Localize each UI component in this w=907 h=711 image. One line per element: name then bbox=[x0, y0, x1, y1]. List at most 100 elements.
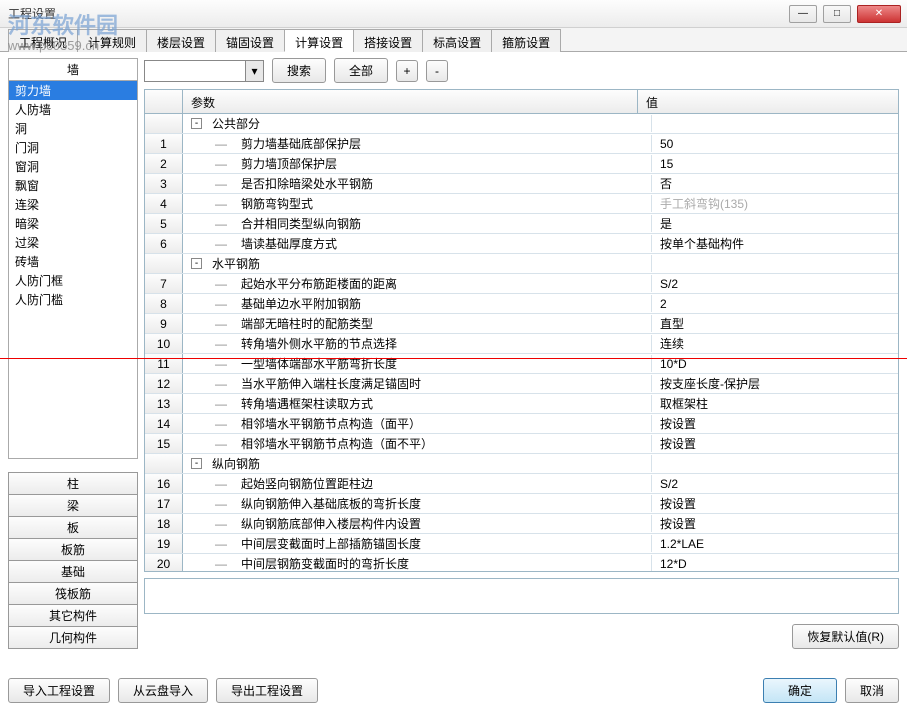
param-row[interactable]: 18纵向钢筋底部伸入楼层构件内设置按设置 bbox=[145, 514, 898, 534]
row-number: 11 bbox=[145, 354, 183, 373]
collapse-icon[interactable]: - bbox=[191, 118, 202, 129]
component-button[interactable]: 梁 bbox=[8, 494, 138, 517]
param-row[interactable]: 6墙读基础厚度方式按单个基础构件 bbox=[145, 234, 898, 254]
component-button[interactable]: 基础 bbox=[8, 560, 138, 583]
value-cell[interactable]: 取框架柱 bbox=[652, 395, 898, 412]
value-cell[interactable]: 是 bbox=[652, 215, 898, 232]
value-cell[interactable]: 按设置 bbox=[652, 435, 898, 452]
value-cell[interactable]: S/2 bbox=[652, 477, 898, 491]
param-row[interactable]: 17纵向钢筋伸入基础底板的弯折长度按设置 bbox=[145, 494, 898, 514]
param-row[interactable]: 10转角墙外侧水平筋的节点选择连续 bbox=[145, 334, 898, 354]
chevron-down-icon: ▾ bbox=[245, 61, 263, 81]
param-row[interactable]: 16起始竖向钢筋位置距柱边S/2 bbox=[145, 474, 898, 494]
param-row[interactable]: 8基础单边水平附加钢筋2 bbox=[145, 294, 898, 314]
tab-3[interactable]: 锚固设置 bbox=[215, 29, 285, 52]
param-row[interactable]: 5合并相同类型纵向钢筋是 bbox=[145, 214, 898, 234]
collapse-icon[interactable]: - bbox=[191, 458, 202, 469]
import-cloud-button[interactable]: 从云盘导入 bbox=[118, 678, 208, 703]
value-cell[interactable]: 按设置 bbox=[652, 515, 898, 532]
close-button[interactable]: ✕ bbox=[857, 5, 901, 23]
export-project-button[interactable]: 导出工程设置 bbox=[216, 678, 318, 703]
value-cell[interactable]: 按设置 bbox=[652, 415, 898, 432]
component-button[interactable]: 筏板筋 bbox=[8, 582, 138, 605]
param-row[interactable]: 14相邻墙水平钢筋节点构造（面平）按设置 bbox=[145, 414, 898, 434]
param-row[interactable]: 11一型墙体端部水平筋弯折长度10*D bbox=[145, 354, 898, 374]
category-item[interactable]: 砖墙 bbox=[9, 252, 137, 271]
tab-2[interactable]: 楼层设置 bbox=[146, 29, 216, 52]
tab-5[interactable]: 搭接设置 bbox=[353, 29, 423, 52]
param-cell: 纵向钢筋底部伸入楼层构件内设置 bbox=[183, 515, 652, 532]
tab-6[interactable]: 标高设置 bbox=[422, 29, 492, 52]
row-number: 15 bbox=[145, 434, 183, 453]
param-row[interactable]: 9端部无暗柱时的配筋类型直型 bbox=[145, 314, 898, 334]
tab-7[interactable]: 箍筋设置 bbox=[491, 29, 561, 52]
tab-4[interactable]: 计算设置 bbox=[284, 29, 354, 52]
param-cell: 一型墙体端部水平筋弯折长度 bbox=[183, 355, 652, 372]
param-row[interactable]: 13转角墙遇框架柱读取方式取框架柱 bbox=[145, 394, 898, 414]
param-row[interactable]: 12当水平筋伸入端柱长度满足锚固时按支座长度-保护层 bbox=[145, 374, 898, 394]
all-button[interactable]: 全部 bbox=[334, 58, 388, 83]
group-row[interactable]: -纵向钢筋 bbox=[145, 454, 898, 474]
value-cell[interactable]: 否 bbox=[652, 175, 898, 192]
import-project-button[interactable]: 导入工程设置 bbox=[8, 678, 110, 703]
param-row[interactable]: 4钢筋弯钩型式手工斜弯钩(135) bbox=[145, 194, 898, 214]
component-button[interactable]: 其它构件 bbox=[8, 604, 138, 627]
value-cell[interactable]: 12*D bbox=[652, 557, 898, 571]
tab-0[interactable]: 工程概况 bbox=[8, 29, 78, 52]
ok-button[interactable]: 确定 bbox=[763, 678, 837, 703]
param-row[interactable]: 19中间层变截面时上部插筋锚固长度1.2*LAE bbox=[145, 534, 898, 554]
tab-1[interactable]: 计算规则 bbox=[77, 29, 147, 52]
component-button[interactable]: 板 bbox=[8, 516, 138, 539]
minimize-button[interactable]: — bbox=[789, 5, 817, 23]
value-cell[interactable]: 50 bbox=[652, 137, 898, 151]
category-item[interactable]: 洞 bbox=[9, 119, 137, 138]
component-button[interactable]: 几何构件 bbox=[8, 626, 138, 649]
category-list: 剪力墙人防墙洞门洞窗洞飘窗连梁暗梁过梁砖墙人防门框人防门槛 bbox=[8, 81, 138, 459]
value-cell[interactable]: S/2 bbox=[652, 277, 898, 291]
window-title: 工程设置 bbox=[8, 5, 789, 22]
value-cell[interactable]: 15 bbox=[652, 157, 898, 171]
param-row[interactable]: 7起始水平分布筋距楼面的距离S/2 bbox=[145, 274, 898, 294]
collapse-icon[interactable]: - bbox=[191, 258, 202, 269]
param-row[interactable]: 3是否扣除暗梁处水平钢筋否 bbox=[145, 174, 898, 194]
category-item[interactable]: 飘窗 bbox=[9, 176, 137, 195]
category-item[interactable]: 暗梁 bbox=[9, 214, 137, 233]
value-cell[interactable]: 按设置 bbox=[652, 495, 898, 512]
param-cell: 起始水平分布筋距楼面的距离 bbox=[183, 275, 652, 292]
category-item[interactable]: 人防门槛 bbox=[9, 290, 137, 309]
value-cell[interactable]: 按支座长度-保护层 bbox=[652, 375, 898, 392]
category-item[interactable]: 门洞 bbox=[9, 138, 137, 157]
cancel-button[interactable]: 取消 bbox=[845, 678, 899, 703]
expand-button[interactable]: + bbox=[396, 60, 418, 82]
value-cell[interactable]: 10*D bbox=[652, 357, 898, 371]
group-row[interactable]: -公共部分 bbox=[145, 114, 898, 134]
category-item[interactable]: 过梁 bbox=[9, 233, 137, 252]
param-cell: 转角墙外侧水平筋的节点选择 bbox=[183, 335, 652, 352]
category-item[interactable]: 剪力墙 bbox=[9, 81, 137, 100]
grid-body[interactable]: -公共部分1剪力墙基础底部保护层502剪力墙顶部保护层153是否扣除暗梁处水平钢… bbox=[145, 114, 898, 571]
value-cell[interactable]: 连续 bbox=[652, 335, 898, 352]
restore-default-button[interactable]: 恢复默认值(R) bbox=[792, 624, 899, 649]
search-button[interactable]: 搜索 bbox=[272, 58, 326, 83]
param-row[interactable]: 1剪力墙基础底部保护层50 bbox=[145, 134, 898, 154]
category-item[interactable]: 窗洞 bbox=[9, 157, 137, 176]
row-number: 2 bbox=[145, 154, 183, 173]
category-item[interactable]: 人防墙 bbox=[9, 100, 137, 119]
value-cell[interactable]: 2 bbox=[652, 297, 898, 311]
category-item[interactable]: 人防门框 bbox=[9, 271, 137, 290]
filter-select[interactable]: ▾ bbox=[144, 60, 264, 82]
value-cell[interactable]: 1.2*LAE bbox=[652, 537, 898, 551]
param-row[interactable]: 2剪力墙顶部保护层15 bbox=[145, 154, 898, 174]
param-row[interactable]: 20中间层钢筋变截面时的弯折长度12*D bbox=[145, 554, 898, 571]
value-cell[interactable]: 手工斜弯钩(135) bbox=[652, 195, 898, 212]
value-cell[interactable]: 直型 bbox=[652, 315, 898, 332]
maximize-button[interactable]: □ bbox=[823, 5, 851, 23]
collapse-button[interactable]: - bbox=[426, 60, 448, 82]
param-row[interactable]: 15相邻墙水平钢筋节点构造（面不平）按设置 bbox=[145, 434, 898, 454]
category-header[interactable]: 墙 bbox=[8, 58, 138, 81]
component-button[interactable]: 板筋 bbox=[8, 538, 138, 561]
value-cell[interactable]: 按单个基础构件 bbox=[652, 235, 898, 252]
component-button[interactable]: 柱 bbox=[8, 472, 138, 495]
category-item[interactable]: 连梁 bbox=[9, 195, 137, 214]
group-row[interactable]: -水平钢筋 bbox=[145, 254, 898, 274]
